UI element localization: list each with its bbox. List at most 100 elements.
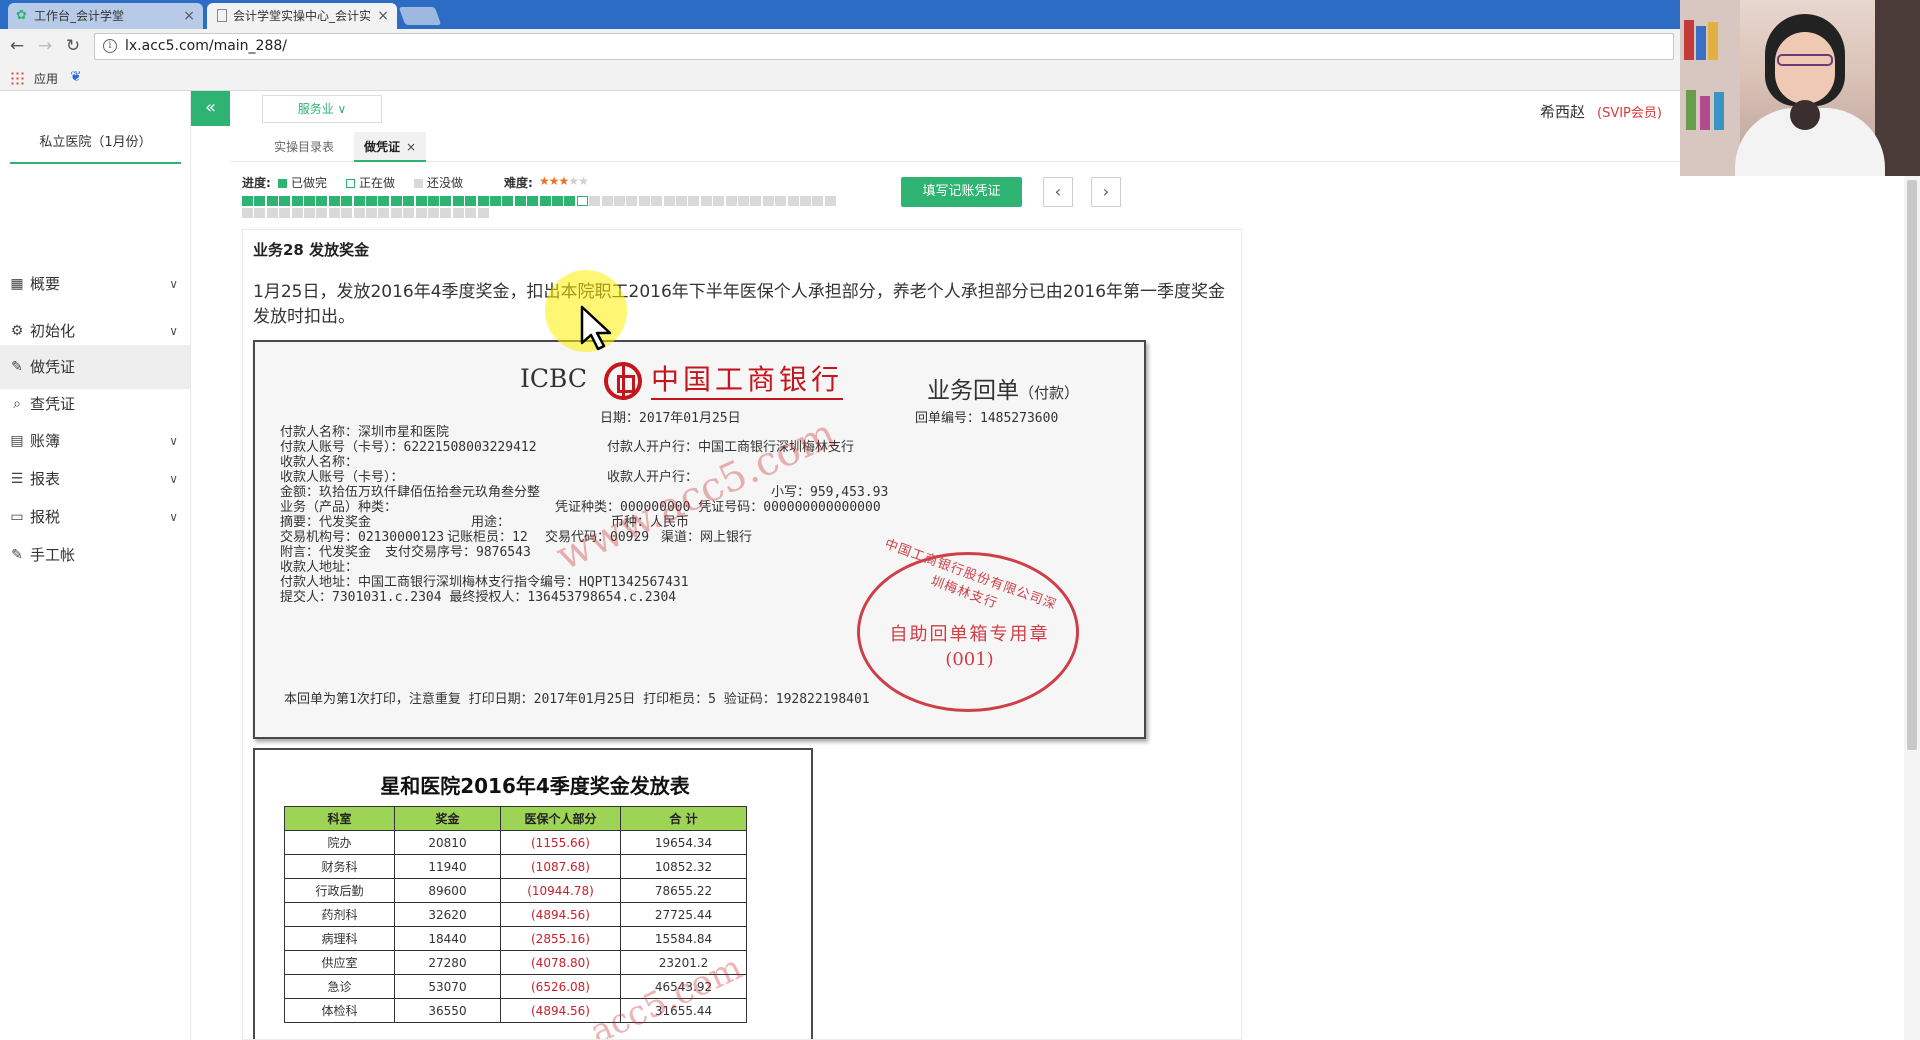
task-progress-cell[interactable]	[403, 196, 415, 206]
next-task-button[interactable]: ›	[1091, 177, 1121, 207]
task-progress-cell[interactable]	[328, 208, 340, 218]
task-progress-cell[interactable]	[378, 208, 390, 218]
task-progress-cell[interactable]	[266, 208, 278, 218]
task-progress-cell[interactable]	[428, 208, 439, 218]
task-progress-cell[interactable]	[415, 196, 427, 206]
task-progress-cell[interactable]	[452, 208, 464, 218]
task-progress-cell[interactable]	[738, 196, 749, 206]
task-progress-cell[interactable]	[279, 196, 291, 206]
task-progress-cell[interactable]	[242, 196, 253, 206]
browser-tab-practice[interactable]: 会计学堂实操中心_会计实 ×	[207, 3, 397, 29]
task-progress-cell[interactable]	[651, 196, 663, 206]
browser-tab-workbench[interactable]: ✿ 工作台_会计学堂 ×	[8, 3, 203, 29]
task-progress-cell[interactable]	[502, 196, 514, 206]
task-progress-cell[interactable]	[626, 196, 638, 206]
task-progress-cell[interactable]	[527, 196, 539, 206]
task-progress-cell[interactable]	[787, 196, 799, 206]
task-progress-cell[interactable]	[824, 196, 836, 206]
task-progress-cell[interactable]	[812, 196, 824, 206]
task-progress-cell[interactable]	[762, 196, 774, 206]
task-progress-cell[interactable]	[291, 196, 303, 206]
task-progress-cell[interactable]	[242, 208, 253, 218]
apps-grid-icon[interactable]	[10, 71, 24, 85]
sidebar-item[interactable]: ✎ 手工帐	[0, 533, 190, 577]
write-voucher-button[interactable]: 填写记账凭证	[901, 177, 1022, 207]
task-progress-cell[interactable]	[700, 196, 712, 206]
apps-bookmark[interactable]: 应用	[34, 70, 58, 87]
tab-catalog[interactable]: 实操目录表	[264, 132, 344, 162]
table-cell: (2855.16)	[500, 926, 621, 951]
task-progress-cell[interactable]	[440, 208, 452, 218]
tab-make-voucher[interactable]: 做凭证 ×	[354, 132, 427, 162]
task-progress-cell[interactable]	[465, 208, 477, 218]
task-progress-cell[interactable]	[341, 208, 353, 218]
task-progress-cell[interactable]	[676, 196, 687, 206]
task-progress-cell[interactable]	[564, 196, 576, 206]
task-progress-cell[interactable]	[254, 196, 266, 206]
new-tab-button[interactable]	[398, 7, 442, 25]
user-name[interactable]: 希西赵	[1540, 101, 1585, 122]
task-progress-cell[interactable]	[403, 208, 415, 218]
tab-close-icon[interactable]: ×	[377, 3, 389, 29]
task-progress-cell[interactable]	[378, 196, 390, 206]
sidebar-item[interactable]: ▦ 概要 ∨	[0, 262, 190, 306]
task-progress-cell[interactable]	[775, 196, 787, 206]
task-progress-cell[interactable]	[614, 196, 625, 206]
task-progress-cell[interactable]	[440, 196, 452, 206]
task-progress-cell[interactable]	[750, 196, 762, 206]
task-progress-cell[interactable]	[328, 196, 340, 206]
reload-icon[interactable]: ↻	[62, 35, 84, 57]
task-progress-cell[interactable]	[688, 196, 700, 206]
task-progress-cell[interactable]	[366, 196, 377, 206]
task-progress-cell[interactable]	[390, 208, 402, 218]
task-progress-cell[interactable]	[663, 196, 675, 206]
task-progress-cell[interactable]	[304, 208, 315, 218]
task-progress-cell[interactable]	[539, 196, 551, 206]
info-icon[interactable]: i	[103, 39, 117, 53]
task-progress-cell[interactable]	[452, 196, 464, 206]
task-progress-cell[interactable]	[638, 196, 650, 206]
task-progress-cell[interactable]	[266, 196, 278, 206]
task-progress-cell[interactable]	[514, 196, 526, 206]
browser-tab-strip: ✿ 工作台_会计学堂 × 会计学堂实操中心_会计实 ×	[0, 0, 1920, 29]
task-progress-cell[interactable]	[589, 196, 601, 206]
task-progress-cell[interactable]	[415, 208, 427, 218]
task-progress-cell[interactable]	[490, 196, 501, 206]
task-progress-cell[interactable]	[304, 196, 315, 206]
tab-close-icon[interactable]: ×	[183, 3, 195, 29]
task-progress-cell[interactable]	[353, 208, 365, 218]
paw-bookmark-icon[interactable]: ❦	[70, 69, 82, 85]
page-scrollbar[interactable]	[1904, 176, 1920, 1040]
task-progress-cell[interactable]	[601, 196, 613, 206]
task-progress-cell[interactable]	[552, 196, 563, 206]
task-progress-cell[interactable]	[366, 208, 377, 218]
chevron-down-icon[interactable]: ∨	[169, 262, 178, 306]
task-progress-cell[interactable]	[291, 208, 303, 218]
doing-swatch-icon	[346, 179, 355, 188]
task-progress-cell[interactable]	[316, 208, 328, 218]
task-progress-cell[interactable]	[477, 196, 489, 206]
task-progress-cell[interactable]	[353, 196, 365, 206]
previous-task-button[interactable]: ‹	[1043, 177, 1073, 207]
industry-dropdown[interactable]: 服务业 ∨	[262, 95, 382, 123]
task-progress-cell[interactable]	[465, 196, 477, 206]
task-progress-cell[interactable]	[316, 196, 328, 206]
task-progress-cell[interactable]	[341, 196, 353, 206]
address-bar[interactable]: i lx.acc5.com/main_288/	[94, 33, 1674, 60]
task-progress-cell[interactable]	[576, 196, 588, 206]
task-progress-cell[interactable]	[800, 196, 811, 206]
task-progress-cell[interactable]	[390, 196, 402, 206]
task-progress-cell[interactable]	[477, 208, 489, 218]
collapse-sidebar-button[interactable]: «	[191, 91, 230, 126]
tab-close-icon[interactable]: ×	[406, 140, 416, 154]
task-progress-cell[interactable]	[713, 196, 725, 206]
forward-arrow-icon[interactable]: →	[34, 35, 56, 57]
task-progress-cell[interactable]	[279, 208, 291, 218]
task-progress-cell[interactable]	[428, 196, 439, 206]
book	[1684, 20, 1694, 60]
task-progress-cell[interactable]	[254, 208, 266, 218]
table-cell: 急诊	[284, 974, 395, 999]
scrollbar-thumb[interactable]	[1907, 180, 1917, 750]
task-progress-cell[interactable]	[725, 196, 737, 206]
back-arrow-icon[interactable]: ←	[6, 35, 28, 57]
